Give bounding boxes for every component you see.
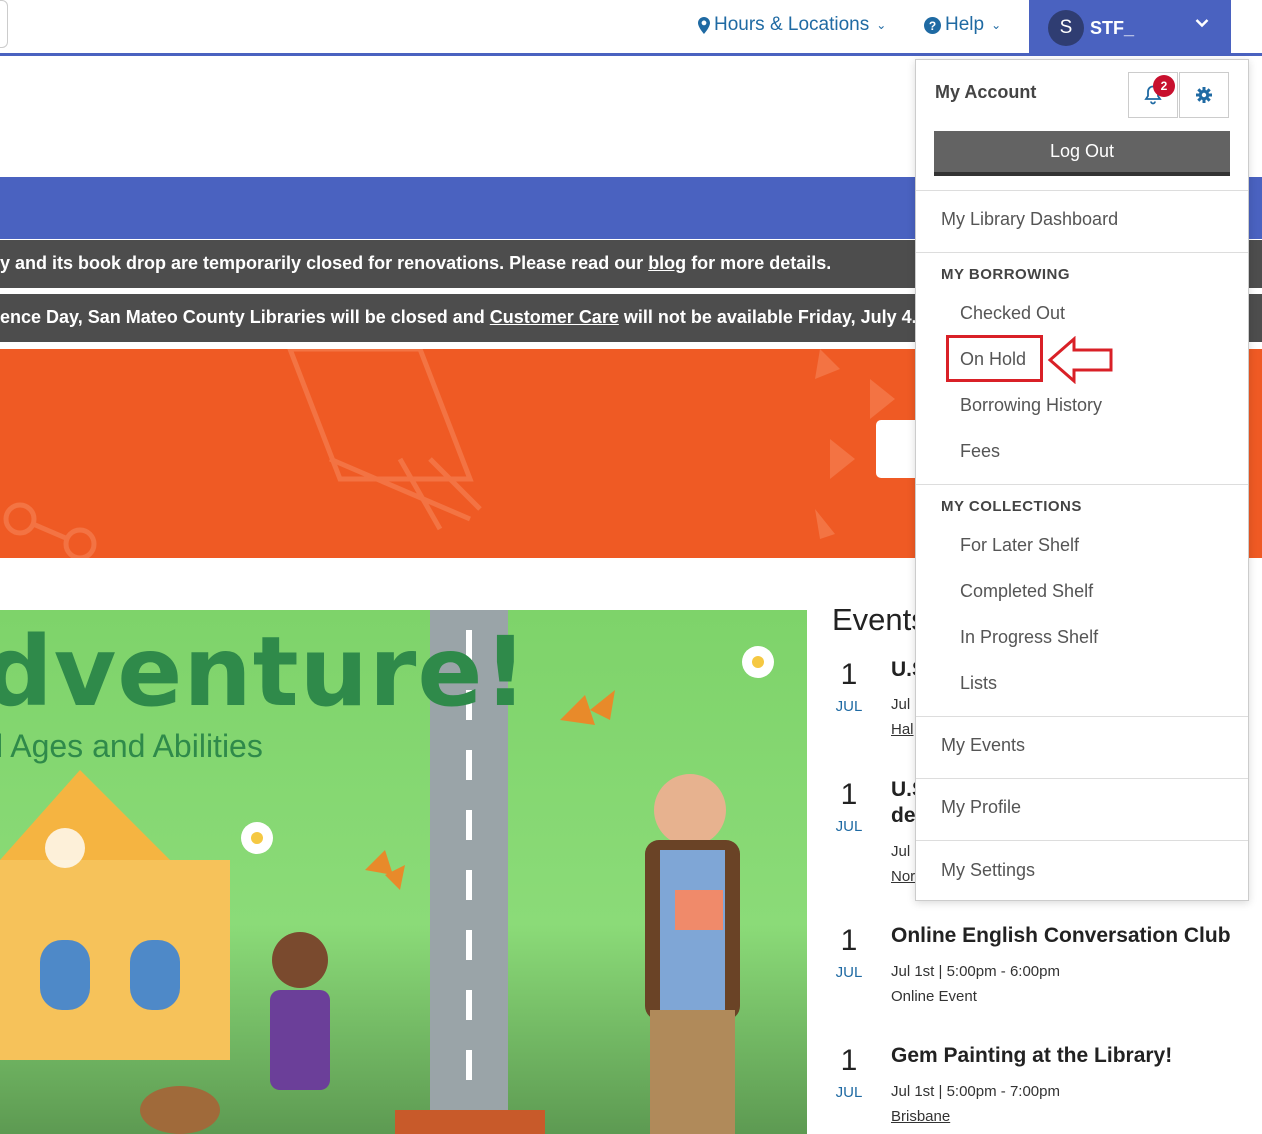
section-heading-collections: MY COLLECTIONS bbox=[941, 498, 1082, 515]
settings-button[interactable] bbox=[1179, 72, 1229, 118]
divider bbox=[916, 778, 1248, 779]
hours-locations-label: Hours & Locations bbox=[714, 14, 870, 35]
menu-item-fees[interactable]: Fees bbox=[960, 441, 1000, 462]
customer-care-link[interactable]: Customer Care bbox=[490, 307, 619, 327]
menu-item-dashboard[interactable]: My Library Dashboard bbox=[941, 209, 1118, 230]
divider bbox=[916, 252, 1248, 253]
menu-item-my-events[interactable]: My Events bbox=[941, 735, 1025, 756]
svg-text:?: ? bbox=[929, 19, 936, 33]
event-time: Jul 1st | 5:00pm - 7:00pm bbox=[891, 1083, 1060, 1100]
notifications-button[interactable]: 2 bbox=[1128, 72, 1178, 118]
menu-item-borrowing-history[interactable]: Borrowing History bbox=[960, 395, 1102, 416]
hero-illustration: dventure! l Ages and Abilities bbox=[0, 610, 807, 1134]
account-name: STF_ bbox=[1090, 17, 1135, 38]
blog-link[interactable]: blog bbox=[648, 253, 686, 273]
menu-item-in-progress-shelf[interactable]: In Progress Shelf bbox=[960, 627, 1098, 648]
event-month: JUL bbox=[835, 1084, 863, 1101]
event-month: JUL bbox=[835, 818, 863, 835]
hero-title: dventure! bbox=[0, 616, 529, 728]
menu-item-lists[interactable]: Lists bbox=[960, 673, 997, 694]
help-link[interactable]: ? Help ⌄ bbox=[924, 14, 1001, 36]
event-location[interactable]: Hal bbox=[891, 721, 914, 738]
chevron-down-icon bbox=[1195, 19, 1209, 28]
avatar: S bbox=[1048, 10, 1084, 46]
divider bbox=[916, 484, 1248, 485]
menu-item-my-profile[interactable]: My Profile bbox=[941, 797, 1021, 818]
chevron-down-icon: ⌄ bbox=[876, 18, 887, 32]
help-label: Help bbox=[945, 14, 985, 35]
hero-subtitle: l Ages and Abilities bbox=[0, 728, 263, 764]
notification-badge: 2 bbox=[1153, 75, 1175, 97]
alert-text: y and its book drop are temporarily clos… bbox=[0, 253, 649, 273]
menu-item-checked-out[interactable]: Checked Out bbox=[960, 303, 1065, 324]
question-circle-icon: ? bbox=[924, 16, 941, 34]
event-time: Jul 1st | 5:00pm - 6:00pm bbox=[891, 963, 1060, 980]
dropdown-title: My Account bbox=[935, 82, 1037, 102]
event-day: 1 bbox=[840, 1044, 858, 1077]
event-title[interactable]: Gem Painting at the Library! bbox=[891, 1044, 1172, 1068]
event-title-line2[interactable]: de bbox=[891, 804, 916, 828]
menu-item-completed-shelf[interactable]: Completed Shelf bbox=[960, 581, 1093, 602]
menu-item-for-later-shelf[interactable]: For Later Shelf bbox=[960, 535, 1079, 556]
event-day: 1 bbox=[840, 658, 858, 691]
account-dropdown: My Account 2 Log Out My Library Dashboar… bbox=[915, 59, 1249, 901]
alert-text: for more details. bbox=[686, 253, 832, 273]
arrow-left-icon bbox=[1047, 336, 1113, 384]
event-title[interactable]: Online English Conversation Club bbox=[891, 924, 1231, 948]
gear-icon bbox=[1196, 87, 1212, 103]
divider bbox=[916, 190, 1248, 191]
alert-text: ence Day, San Mateo County Libraries wil… bbox=[0, 307, 490, 327]
highlight-box bbox=[946, 335, 1043, 382]
hours-locations-link[interactable]: Hours & Locations ⌄ bbox=[698, 14, 886, 36]
event-day: 1 bbox=[840, 924, 858, 957]
event-location: Online Event bbox=[891, 988, 977, 1005]
map-pin-icon bbox=[698, 16, 710, 34]
chevron-down-icon: ⌄ bbox=[991, 18, 1002, 32]
divider bbox=[916, 840, 1248, 841]
events-heading: Events bbox=[832, 602, 927, 637]
logout-button[interactable]: Log Out bbox=[934, 131, 1230, 176]
event-month: JUL bbox=[835, 698, 863, 715]
event-location[interactable]: Nor bbox=[891, 868, 915, 885]
event-location[interactable]: Brisbane bbox=[891, 1108, 950, 1125]
divider bbox=[916, 716, 1248, 717]
search-input[interactable] bbox=[0, 0, 8, 48]
section-heading-borrowing: MY BORROWING bbox=[941, 266, 1071, 283]
event-month: JUL bbox=[835, 964, 863, 981]
menu-item-my-settings[interactable]: My Settings bbox=[941, 860, 1035, 881]
account-menu-toggle[interactable]: S STF_ bbox=[1029, 0, 1231, 56]
alert-text: will not be available Friday, July 4. bbox=[618, 307, 917, 327]
event-day: 1 bbox=[840, 778, 858, 811]
